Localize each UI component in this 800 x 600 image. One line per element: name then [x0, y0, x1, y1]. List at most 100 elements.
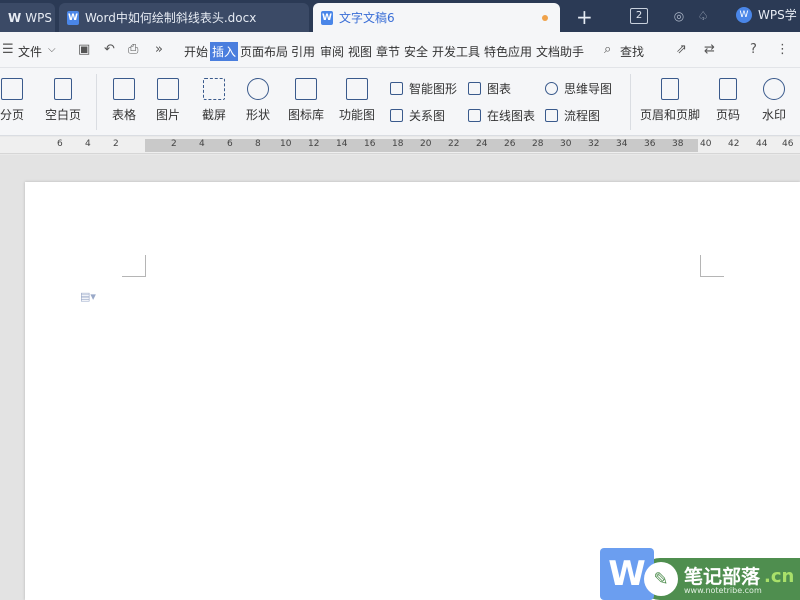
- tab-wps-label: WPS: [25, 10, 52, 25]
- logo-title: 笔记部落: [684, 566, 761, 588]
- tab-document-2-label: 文字文稿6: [339, 11, 395, 25]
- page-number-button[interactable]: 页码: [708, 78, 748, 123]
- ruler-number: 36: [644, 139, 656, 149]
- word-doc-icon: W: [67, 10, 79, 25]
- icon-library-icon: [295, 78, 317, 100]
- ruler-number: 18: [392, 139, 404, 149]
- tab-developer[interactable]: 开发工具: [432, 43, 480, 60]
- watermark-icon: [763, 78, 785, 100]
- pen-icon: ✎: [644, 562, 678, 596]
- search-icon[interactable]: ⌕: [604, 42, 611, 57]
- picture-icon: [157, 78, 179, 100]
- ruler-number: 10: [280, 139, 292, 149]
- online-chart-label: 在线图表: [487, 109, 536, 123]
- mind-map-button[interactable]: 思维导图: [545, 80, 612, 97]
- tab-start[interactable]: 开始: [184, 43, 208, 60]
- smart-shape-button[interactable]: 智能图形: [390, 80, 457, 97]
- page-break-button[interactable]: 分页: [0, 78, 30, 123]
- header-footer-label: 页眉和页脚: [639, 108, 700, 122]
- share-icon[interactable]: ⇗: [676, 42, 687, 57]
- blank-page-button[interactable]: 空白页: [40, 78, 86, 123]
- tab-security[interactable]: 安全: [404, 43, 428, 60]
- ruler-number: 30: [560, 139, 572, 149]
- ruler-number: 32: [588, 139, 600, 149]
- window-count-badge[interactable]: 2: [630, 8, 648, 24]
- ruler-number: 44: [756, 139, 768, 149]
- chart-button[interactable]: 图表: [468, 80, 511, 97]
- ruler-number: 2: [171, 139, 177, 149]
- print-icon[interactable]: ⎙: [128, 42, 138, 57]
- icon-library-label: 图标库: [287, 108, 324, 122]
- watermark-label: 水印: [761, 108, 786, 122]
- more-options-button[interactable]: ⋮: [776, 42, 789, 57]
- wps-account-icon: W: [736, 6, 752, 23]
- search-button[interactable]: 查找: [620, 43, 644, 60]
- header-footer-icon: [661, 78, 679, 100]
- tab-page-layout[interactable]: 页面布局: [240, 43, 288, 60]
- table-button[interactable]: 表格: [106, 78, 142, 123]
- tab-section[interactable]: 章节: [376, 43, 400, 60]
- title-bar: W WPS W Word中如何绘制斜线表头.docx W 文字文稿6 + 2 ◎…: [0, 0, 800, 32]
- ruler-number: 8: [255, 139, 261, 149]
- relation-chart-icon: [390, 109, 403, 122]
- ruler-number: 20: [420, 139, 432, 149]
- horizontal-ruler[interactable]: 6 4 2 2 4 6 8 10 12 14 16 18 20 22 24 26…: [0, 137, 800, 154]
- wps-account-button[interactable]: W WPS学: [736, 6, 797, 23]
- table-label: 表格: [111, 108, 136, 122]
- mind-map-label: 思维导图: [564, 82, 613, 96]
- ribbon-divider: [630, 74, 631, 130]
- header-footer-button[interactable]: 页眉和页脚: [638, 78, 702, 123]
- ruler-number: 22: [448, 139, 460, 149]
- function-chart-icon: [346, 78, 368, 100]
- flowchart-button[interactable]: 流程图: [545, 107, 600, 124]
- save-icon[interactable]: ▣: [78, 42, 90, 57]
- ruler-number: 26: [504, 139, 516, 149]
- new-tab-button[interactable]: +: [576, 5, 593, 29]
- picture-button[interactable]: 图片: [150, 78, 186, 123]
- ruler-number: 24: [476, 139, 488, 149]
- ruler-number: 14: [336, 139, 348, 149]
- file-menu[interactable]: 文件: [18, 43, 42, 60]
- screenshot-button[interactable]: 截屏: [196, 78, 232, 123]
- tab-special-apps[interactable]: 特色应用: [484, 43, 532, 60]
- sync-icon[interactable]: ⇄: [704, 42, 715, 57]
- tab-insert[interactable]: 插入: [210, 42, 239, 61]
- watermark-button[interactable]: 水印: [754, 78, 794, 123]
- online-chart-button[interactable]: 在线图表: [468, 107, 535, 124]
- chevron-down-icon[interactable]: ⌵: [48, 44, 56, 55]
- flowchart-icon: [545, 109, 558, 122]
- wps-account-label: WPS学: [758, 8, 797, 22]
- function-chart-button[interactable]: 功能图: [334, 78, 380, 123]
- help-button[interactable]: ?: [750, 42, 757, 57]
- icon-library-button[interactable]: 图标库: [286, 78, 326, 123]
- menu-hamburger-icon[interactable]: ☰: [2, 42, 14, 57]
- ruler-number: 42: [728, 139, 740, 149]
- shape-label: 形状: [245, 108, 270, 122]
- shirt-icon[interactable]: ♤: [696, 9, 710, 23]
- tab-document-1[interactable]: W Word中如何绘制斜线表头.docx: [59, 3, 309, 32]
- insert-ribbon: 分页 空白页 表格 图片 截屏 形状 图标库 功能图 智能图形 关系图 图表 在…: [0, 68, 800, 136]
- blank-page-label: 空白页: [44, 108, 81, 122]
- tab-document-2[interactable]: W 文字文稿6: [313, 3, 560, 32]
- relation-chart-button[interactable]: 关系图: [390, 107, 445, 124]
- tab-doc-assistant[interactable]: 文档助手: [536, 43, 584, 60]
- page-break-label: 分页: [0, 108, 24, 122]
- undo-icon[interactable]: ↶: [104, 42, 115, 57]
- unsaved-dot-icon: [542, 15, 548, 21]
- document-canvas: ▤▾: [0, 155, 800, 600]
- paragraph-layout-icon[interactable]: ▤▾: [80, 290, 96, 303]
- ruler-number: 46: [782, 139, 794, 149]
- more-menu-button[interactable]: »: [155, 42, 163, 57]
- tab-wps-home[interactable]: W WPS: [0, 3, 55, 32]
- tab-review[interactable]: 审阅: [320, 43, 344, 60]
- ruler-number: 6: [57, 139, 63, 149]
- tab-references[interactable]: 引用: [291, 43, 315, 60]
- tab-view[interactable]: 视图: [348, 43, 372, 60]
- shape-button[interactable]: 形状: [240, 78, 276, 123]
- ruler-number: 16: [364, 139, 376, 149]
- document-page[interactable]: ▤▾: [25, 182, 800, 600]
- skin-icon[interactable]: ◎: [672, 9, 686, 23]
- logo-url: www.notetribe.com: [684, 586, 762, 595]
- ruler-number: 38: [672, 139, 684, 149]
- wps-logo-icon: W: [8, 10, 22, 25]
